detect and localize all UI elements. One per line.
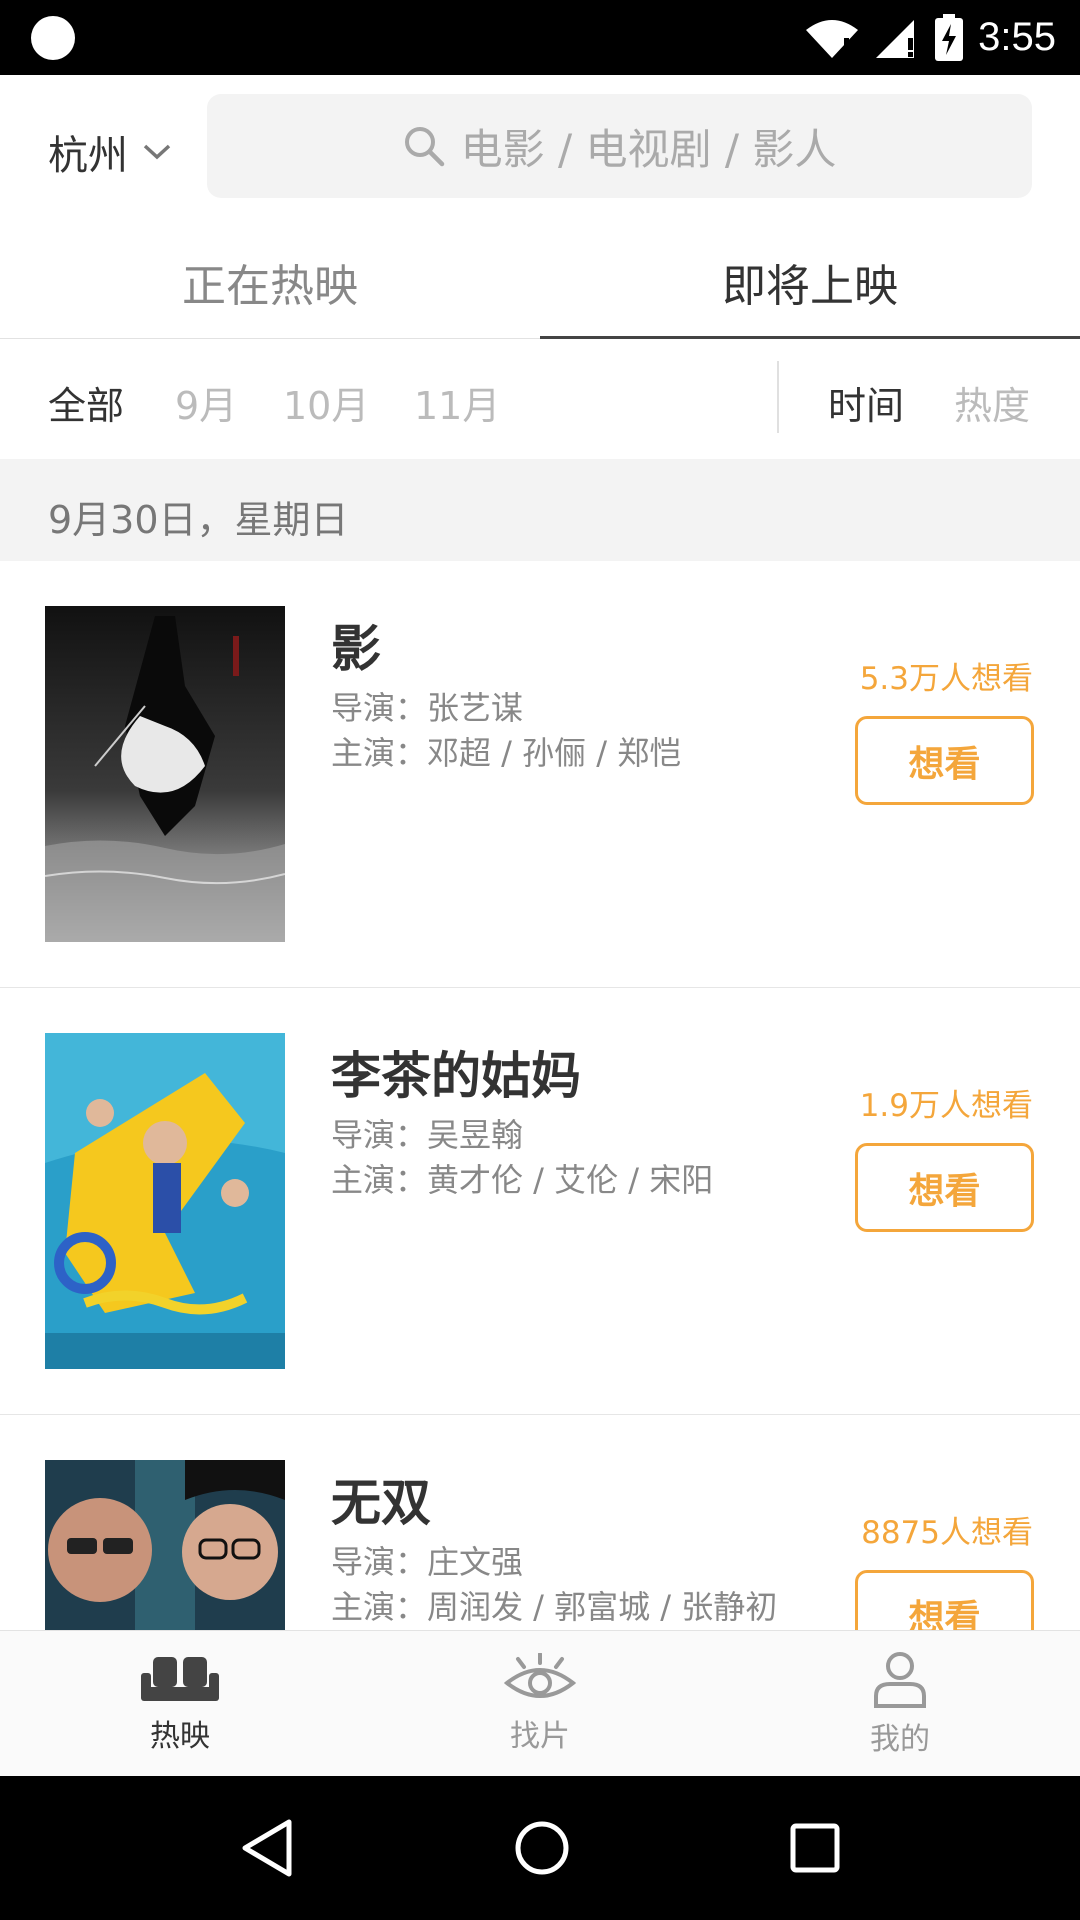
want-count: 5.3万人想看 — [859, 661, 1033, 697]
notification-dot-icon — [31, 16, 75, 60]
sort-by-time[interactable]: 时间 — [828, 375, 904, 430]
movie-tabs: 正在热映 即将上映 — [0, 225, 1080, 341]
filter-bar: 全部 9月 10月 11月 时间 热度 — [0, 339, 1080, 459]
search-placeholder: 电影 / 电视剧 / 影人 — [460, 124, 837, 174]
filter-september[interactable]: 9月 — [175, 375, 237, 430]
filter-divider — [777, 361, 779, 433]
movie-director: 导演：庄文强 — [331, 1543, 524, 1581]
movie-item[interactable]: 影 导演：张艺谋 主演：邓超 / 孙俪 / 郑恺 5.3万人想看 想看 — [0, 561, 1080, 988]
battery-charging-icon — [935, 13, 964, 61]
wifi-icon — [806, 19, 859, 59]
status-icons: 3:55 — [804, 0, 1056, 75]
want-to-watch-button[interactable]: 想看 — [855, 1143, 1034, 1232]
movie-title[interactable]: 无双 — [331, 1463, 431, 1535]
home-icon[interactable] — [512, 1818, 572, 1878]
nav-item-discover[interactable]: 找片 — [360, 1631, 720, 1777]
tab-coming-soon[interactable]: 即将上映 — [540, 225, 1080, 341]
city-label: 杭州 — [48, 133, 128, 179]
want-count: 8875人想看 — [861, 1515, 1033, 1551]
eye-icon — [504, 1653, 576, 1698]
date-section-header: 9月30日，星期日 — [0, 459, 1080, 561]
header: 杭州 电影 / 电视剧 / 影人 — [0, 75, 1080, 225]
movie-title[interactable]: 影 — [331, 609, 381, 681]
movie-title[interactable]: 李茶的姑妈 — [331, 1036, 581, 1108]
recents-icon[interactable] — [787, 1820, 843, 1876]
date-label: 9月30日，星期日 — [48, 498, 349, 542]
movie-poster[interactable] — [45, 606, 285, 942]
sort-by-popularity[interactable]: 热度 — [954, 375, 1030, 430]
movie-director: 导演：吴昱翰 — [331, 1116, 524, 1154]
movie-list[interactable]: 影 导演：张艺谋 主演：邓超 / 孙俪 / 郑恺 5.3万人想看 想看 李茶的姑… — [0, 561, 1080, 1630]
nav-label: 找片 — [510, 1719, 570, 1754]
movie-poster[interactable] — [45, 1460, 285, 1630]
movie-item[interactable]: 无双 导演：庄文强 主演：周润发 / 郭富城 / 张静初 8875人想看 想看 — [0, 1415, 1080, 1630]
signal-icon — [876, 19, 915, 58]
status-bar: 3:55 — [0, 0, 1080, 75]
filter-all[interactable]: 全部 — [48, 375, 124, 430]
tab-now-showing[interactable]: 正在热映 — [0, 225, 540, 339]
city-selector[interactable]: 杭州 — [48, 123, 172, 181]
nav-item-now-showing[interactable]: 热映 — [0, 1631, 360, 1777]
want-to-watch-button[interactable]: 想看 — [855, 716, 1034, 805]
nav-item-profile[interactable]: 我的 — [720, 1631, 1080, 1777]
clock: 3:55 — [978, 15, 1056, 59]
nav-label: 我的 — [870, 1722, 930, 1757]
chevron-down-icon — [143, 144, 171, 160]
movie-cast: 主演：周润发 / 郭富城 / 张静初 — [331, 1588, 778, 1626]
filter-october[interactable]: 10月 — [283, 375, 369, 430]
nav-label: 热映 — [150, 1719, 210, 1754]
movie-cast: 主演：邓超 / 孙俪 / 郑恺 — [331, 734, 682, 772]
search-icon — [404, 127, 444, 167]
search-input[interactable]: 电影 / 电视剧 / 影人 — [207, 94, 1032, 198]
movie-cast: 主演：黄才伦 / 艾伦 / 宋阳 — [331, 1161, 714, 1199]
want-to-watch-button[interactable]: 想看 — [855, 1570, 1034, 1630]
movie-item[interactable]: 李茶的姑妈 导演：吴昱翰 主演：黄才伦 / 艾伦 / 宋阳 1.9万人想看 想看 — [0, 988, 1080, 1415]
back-icon[interactable] — [237, 1816, 297, 1880]
filter-november[interactable]: 11月 — [414, 375, 500, 430]
movie-poster[interactable] — [45, 1033, 285, 1369]
bottom-navigation: 热映 找片 我的 — [0, 1630, 1080, 1776]
movie-director: 导演：张艺谋 — [331, 689, 524, 727]
sofa-icon — [141, 1657, 219, 1701]
want-count: 1.9万人想看 — [859, 1088, 1033, 1124]
person-icon — [874, 1652, 926, 1708]
system-navigation-bar — [0, 1776, 1080, 1920]
